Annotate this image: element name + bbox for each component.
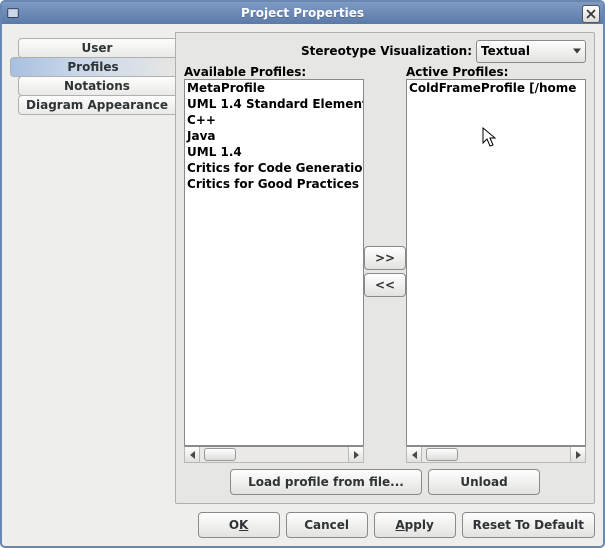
add-profile-button[interactable]: >> [364,246,406,270]
list-item[interactable]: MetaProfile [185,80,363,96]
dialog-button-row: OK Cancel Apply Reset To Default [10,512,595,538]
list-item[interactable]: Java [185,128,363,144]
stereotype-combo[interactable]: Textual [476,40,586,63]
list-item[interactable]: UML 1.4 Standard Elements [185,96,363,112]
tab-profiles[interactable]: Profiles [10,57,175,77]
stereotype-value: Textual [481,44,530,58]
reset-button[interactable]: Reset To Default [462,512,595,538]
titlebar: Project Properties [2,2,603,24]
window-title: Project Properties [2,6,603,20]
scroll-right-icon[interactable] [570,447,585,462]
chevron-down-icon [573,49,581,54]
scroll-right-icon[interactable] [348,447,363,462]
list-item[interactable]: UML 1.4 [185,144,363,160]
ok-button[interactable]: OK [198,512,280,538]
unload-profile-button[interactable]: Unload [428,469,540,495]
list-item[interactable]: Critics for Code Generation [185,160,363,176]
scroll-thumb[interactable] [204,448,236,461]
active-profiles-list[interactable]: ColdFrameProfile [/home [406,79,586,446]
tab-list: User Profiles Notations Diagram Appearan… [10,38,175,504]
scroll-thumb[interactable] [426,448,458,461]
active-scrollbar[interactable] [406,446,586,463]
scroll-left-icon[interactable] [185,447,200,462]
dialog-content: User Profiles Notations Diagram Appearan… [2,24,603,546]
app-icon [2,2,24,24]
tab-notations[interactable]: Notations [18,76,175,96]
list-item[interactable]: C++ [185,112,363,128]
list-item[interactable]: Critics for Good Practices [185,176,363,192]
active-label: Active Profiles: [406,65,586,79]
tab-user[interactable]: User [18,38,175,58]
available-scrollbar[interactable] [184,446,364,463]
tab-diagram-appearance[interactable]: Diagram Appearance [18,95,175,115]
load-profile-button[interactable]: Load profile from file... [230,469,422,495]
apply-button[interactable]: Apply [374,512,456,538]
window: Project Properties User Profiles Notatio… [0,0,605,548]
cancel-button[interactable]: Cancel [286,512,368,538]
remove-profile-button[interactable]: << [364,273,406,297]
available-label: Available Profiles: [184,65,364,79]
transfer-buttons: >> << [364,79,406,463]
stereotype-label: Stereotype Visualization: [301,44,472,58]
list-item[interactable]: ColdFrameProfile [/home [407,80,585,96]
available-profiles-list[interactable]: MetaProfile UML 1.4 Standard Elements C+… [184,79,364,446]
close-icon[interactable] [582,5,600,23]
profiles-panel: Stereotype Visualization: Textual Availa… [175,32,595,504]
scroll-left-icon[interactable] [407,447,422,462]
